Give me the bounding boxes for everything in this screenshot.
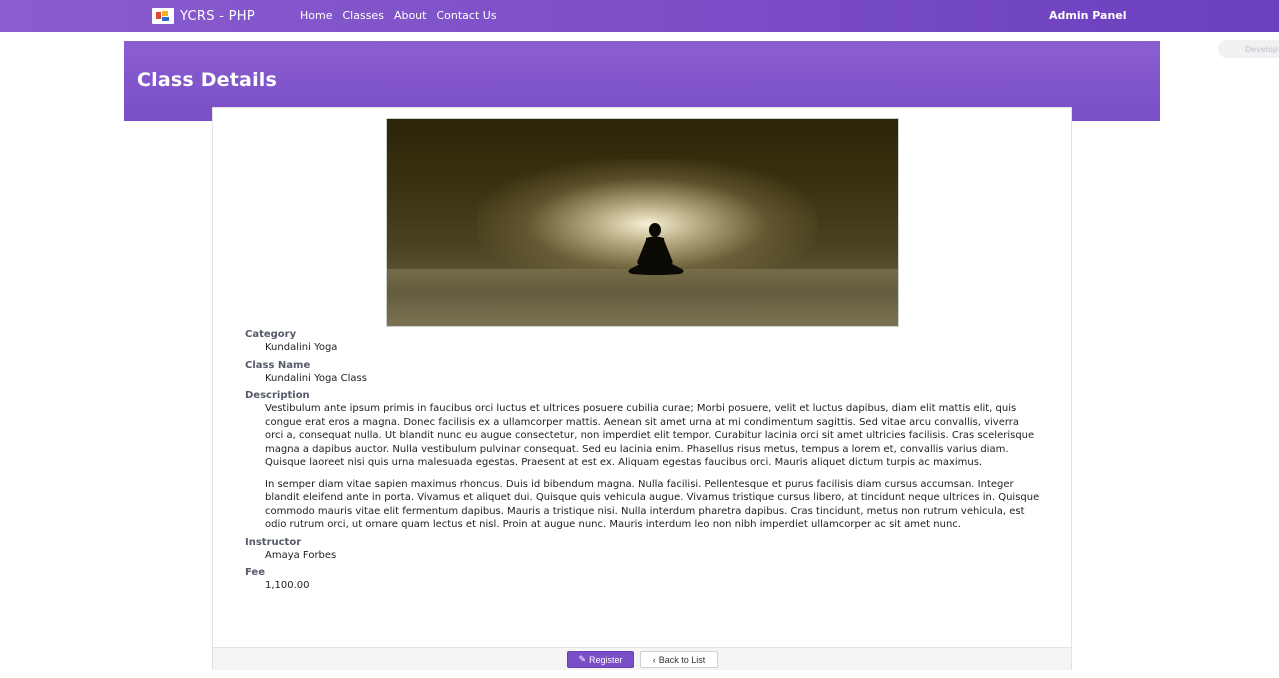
card-footer: ✎ Register ‹ Back to List [213,647,1071,670]
pen-icon: ✎ [578,654,587,664]
meditating-figure-icon [628,223,684,275]
fee-value: 1,100.00 [265,580,310,591]
instructor-value: Amaya Forbes [265,549,337,561]
fee-field: Fee 1,100.00 [245,566,1040,593]
class-details-card: Category Kundalini Yoga Class Name Kunda… [212,107,1072,670]
register-label: Register [589,654,623,665]
back-to-list-button[interactable]: ‹ Back to List [640,651,718,668]
instructor-field: Instructor Amaya Forbes [245,536,1040,563]
description-field: Description Vestibulum ante ipsum primis… [245,389,1040,532]
brand-link[interactable]: YCRS - PHP [152,7,255,25]
nav-about[interactable]: About [394,9,427,22]
brand-logo-icon [152,8,174,24]
instructor-label: Instructor [245,536,302,548]
category-value: Kundalini Yoga [265,342,338,353]
page-title: Class Details [137,69,278,91]
class-image [386,118,899,327]
nav-menu: Home Classes About Contact Us [300,9,507,22]
top-navbar: YCRS - PHP Home Classes About Contact Us… [0,0,1279,32]
develop-pill[interactable]: Develop [1218,40,1279,58]
nav-contact-us[interactable]: Contact Us [436,9,496,22]
class-name-field: Class Name Kundalini Yoga Class [245,359,1040,386]
class-name-value: Kundalini Yoga Class [265,372,367,384]
brand-name: YCRS - PHP [180,8,256,24]
back-label: Back to List [658,654,706,665]
angle-left-icon: ‹ [652,654,656,665]
admin-panel-link[interactable]: Admin Panel [1049,9,1127,22]
description-paragraph: In semper diam vitae sapien maximus rhon… [265,478,1040,531]
category-field: Category Kundalini Yoga [245,328,1040,355]
description-paragraph: Vestibulum ante ipsum primis in faucibus… [265,403,1035,468]
register-button[interactable]: ✎ Register [567,651,634,668]
class-detail-list: Category Kundalini Yoga Class Name Kunda… [245,328,1040,597]
description-label: Description [245,390,310,401]
fee-label: Fee [245,567,265,578]
nav-home[interactable]: Home [300,9,332,22]
category-label: Category [245,329,297,340]
class-name-label: Class Name [245,359,311,371]
nav-classes[interactable]: Classes [342,9,383,22]
